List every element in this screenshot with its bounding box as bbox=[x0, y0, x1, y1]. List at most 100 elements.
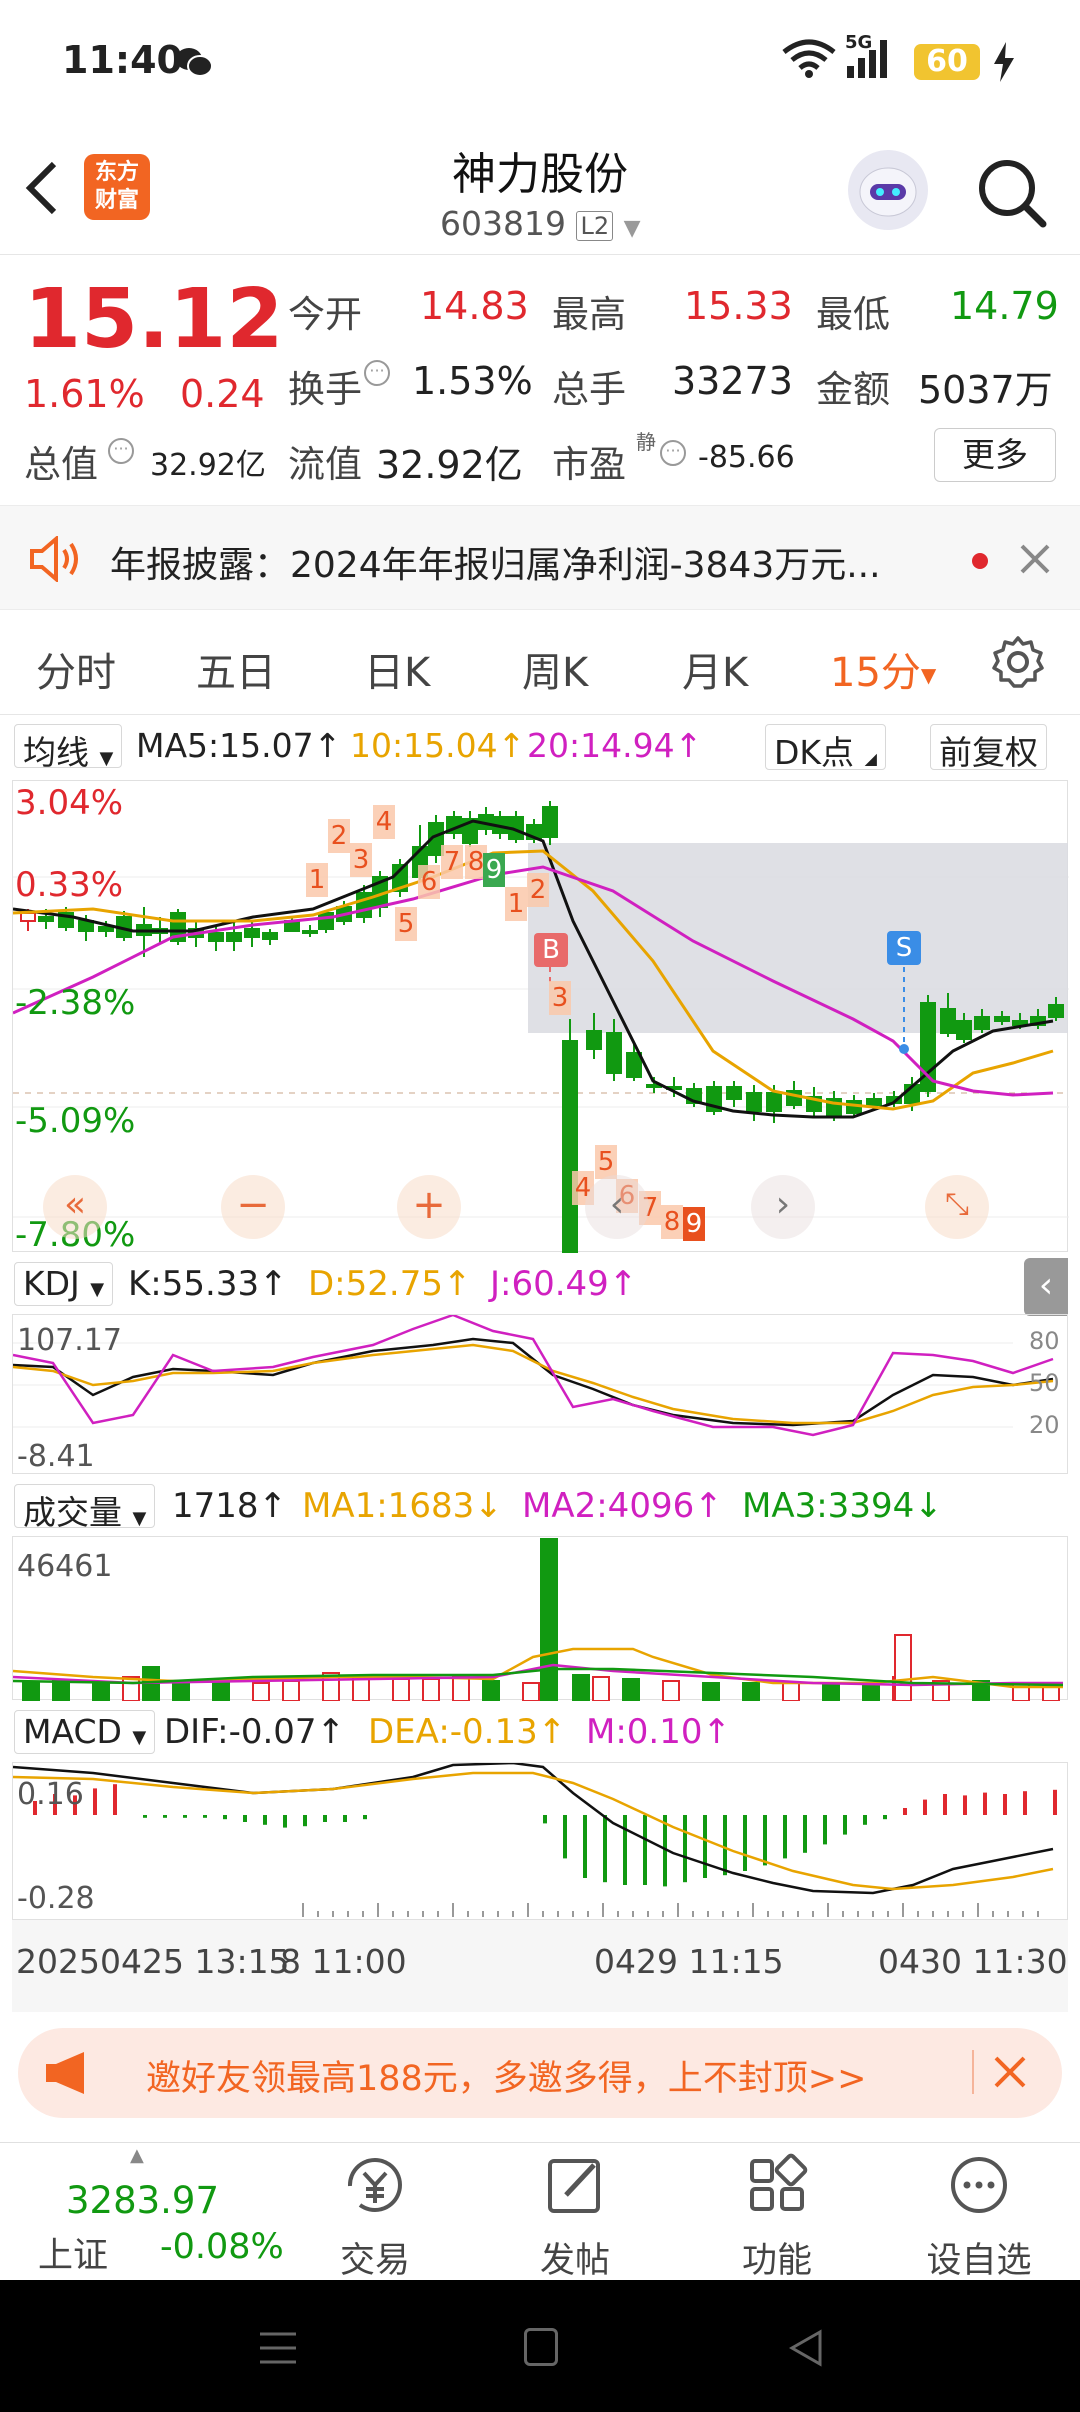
volume-bar bbox=[592, 1676, 610, 1701]
volume-value: 1718↑ bbox=[172, 1486, 287, 1526]
macd-histogram-bar bbox=[343, 1815, 347, 1822]
ma-select[interactable]: 均线 ▼ bbox=[14, 724, 123, 772]
macd-histogram-bar bbox=[603, 1815, 607, 1883]
macd-histogram-bar bbox=[93, 1788, 97, 1815]
chevron-left-icon[interactable]: ‹ bbox=[585, 1175, 649, 1239]
macd-histogram-bar bbox=[583, 1815, 587, 1878]
info-icon[interactable]: ··· bbox=[660, 440, 686, 466]
forward-adjust-button[interactable]: 前复权 bbox=[930, 724, 1047, 772]
tab-15min[interactable]: 15分▼ bbox=[830, 640, 936, 698]
macd-indicator-bar: MACD ▼ DIF:-0.07↑ DEA:-0.13↑ M:0.10↑ bbox=[0, 1704, 1080, 1760]
nav-add-watchlist[interactable]: 设自选 bbox=[914, 2153, 1044, 2283]
volume-bar bbox=[52, 1680, 70, 1701]
unread-dot bbox=[972, 553, 988, 569]
price-zone-box bbox=[528, 843, 1068, 1033]
zoom-in-icon[interactable]: + bbox=[397, 1175, 461, 1239]
pe-static-tag: 静 bbox=[636, 430, 656, 454]
float-cap-value: 32.92亿 bbox=[376, 443, 523, 487]
kdj-select[interactable]: KDJ ▼ bbox=[14, 1262, 114, 1306]
candle-body bbox=[20, 912, 36, 922]
nav-post[interactable]: 发帖 bbox=[510, 2153, 640, 2283]
macd-y-top: 0.16 bbox=[17, 1777, 84, 1812]
macd-histogram-bar bbox=[203, 1815, 207, 1818]
nav-functions[interactable]: 功能 bbox=[712, 2153, 842, 2283]
bottom-nav: ▲ 3283.97 上证 -0.08% 交易 发帖 功能 设自选 bbox=[0, 2142, 1080, 2283]
announcement-bar[interactable]: 年报披露：2024年年报归属净利润-3843万元... bbox=[0, 506, 1080, 610]
more-button[interactable]: 更多 bbox=[934, 428, 1056, 482]
home-icon[interactable] bbox=[524, 2328, 558, 2366]
candle-body bbox=[244, 928, 260, 938]
candle-body bbox=[318, 912, 334, 930]
time-end: 0430 11:30 bbox=[878, 1942, 1068, 1981]
fullscreen-icon[interactable]: ⤡ bbox=[925, 1175, 989, 1239]
time-axis: 20250425 13:15 8 11:00 0429 11:15 0430 1… bbox=[12, 1920, 1068, 2012]
macd-histogram-bar bbox=[1023, 1791, 1027, 1815]
close-icon[interactable] bbox=[1018, 542, 1052, 580]
volume-bar bbox=[572, 1674, 590, 1701]
macd-m-text: M:0.10 bbox=[586, 1712, 703, 1752]
candlestick-chart[interactable]: 3.04% 0.33% -2.38% -5.09% -7.80% B S 123… bbox=[12, 780, 1069, 1255]
change-amount: 0.24 bbox=[180, 372, 265, 416]
stock-header: 东方 财富 神力股份 603819 L2 ▼ bbox=[0, 120, 1080, 255]
macd-histogram-bar bbox=[723, 1815, 727, 1876]
candlestick-plot bbox=[13, 801, 1069, 1253]
kdj-d: D:52.75↑ bbox=[308, 1264, 471, 1304]
edit-post-icon bbox=[548, 2159, 600, 2213]
up-arrow-icon: ↑ bbox=[442, 1264, 472, 1304]
down-arrow-icon: ↓ bbox=[474, 1486, 503, 1526]
macd-histogram-bar bbox=[783, 1815, 787, 1859]
index-ticker[interactable]: ▲ 3283.97 上证 -0.08% bbox=[20, 2145, 284, 2276]
menu-icon[interactable] bbox=[258, 2330, 298, 2370]
volume-bar bbox=[422, 1678, 440, 1701]
scroll-left-icon[interactable]: « bbox=[43, 1175, 107, 1239]
network-type: 5G bbox=[845, 32, 873, 53]
dk-point-button[interactable]: DK点 ◢ bbox=[765, 724, 886, 772]
last-price: 15.12 bbox=[24, 272, 284, 367]
close-icon[interactable] bbox=[992, 2054, 1028, 2094]
open-label: 今开 bbox=[288, 293, 362, 336]
sell-marker-dot bbox=[899, 1044, 909, 1054]
td-count-label: 5 bbox=[395, 907, 417, 941]
sell-marker[interactable]: S bbox=[887, 931, 921, 965]
macd-histogram-bar bbox=[263, 1815, 267, 1825]
search-icon[interactable] bbox=[975, 156, 1049, 234]
nav-trade[interactable]: 交易 bbox=[310, 2153, 440, 2283]
info-icon[interactable]: ··· bbox=[108, 438, 134, 464]
back-triangle-icon[interactable] bbox=[786, 2328, 826, 2372]
chevron-right-icon[interactable]: › bbox=[751, 1175, 815, 1239]
macd-histogram-bar bbox=[763, 1815, 767, 1866]
settings-gear-icon[interactable] bbox=[990, 634, 1046, 694]
tab-intraday[interactable]: 分时 bbox=[36, 640, 116, 698]
ma20-text: 20:14.94 bbox=[527, 726, 675, 765]
volume-bar bbox=[622, 1678, 640, 1701]
high-label: 最高 bbox=[552, 293, 626, 336]
volume-ma2: MA2:4096↑ bbox=[522, 1486, 723, 1526]
tab-weekly-k[interactable]: 周K bbox=[522, 640, 588, 698]
collapse-panel-icon[interactable]: ‹ bbox=[1024, 1258, 1068, 1316]
macd-plot bbox=[13, 1763, 1057, 1917]
system-nav-bar bbox=[0, 2280, 1080, 2412]
info-icon[interactable]: ··· bbox=[364, 360, 390, 386]
macd-histogram-bar bbox=[823, 1815, 827, 1845]
kdj-d-text: D:52.75 bbox=[308, 1264, 443, 1304]
cellular-signal-icon: 5G bbox=[845, 32, 895, 84]
dk-point-label: DK点 bbox=[774, 733, 855, 772]
up-arrow-icon: ↑ bbox=[674, 726, 703, 765]
buy-marker[interactable]: B bbox=[534, 933, 568, 967]
invite-banner[interactable]: 邀好友领最高188元，多邀多得，上不封顶>> bbox=[18, 2028, 1062, 2118]
macd-select[interactable]: MACD ▼ bbox=[14, 1710, 156, 1754]
tab-five-day[interactable]: 五日 bbox=[196, 640, 276, 698]
kdj-j-text: J:60.49 bbox=[490, 1264, 609, 1304]
y-axis-label: 3.04% bbox=[15, 783, 124, 823]
tab-daily-k[interactable]: 日K bbox=[364, 640, 430, 698]
tab-monthly-k[interactable]: 月K bbox=[682, 640, 748, 698]
macd-histogram-bar bbox=[1003, 1794, 1007, 1815]
stock-code-row[interactable]: 603819 L2 ▼ bbox=[440, 204, 641, 243]
robot-avatar-icon[interactable] bbox=[848, 150, 928, 230]
zoom-out-icon[interactable]: − bbox=[221, 1175, 285, 1239]
macd-histogram-bar bbox=[843, 1815, 847, 1835]
total-cap-label: 总值 bbox=[24, 443, 98, 486]
low-label: 最低 bbox=[816, 293, 890, 336]
volume-select[interactable]: 成交量 ▼ bbox=[14, 1484, 156, 1532]
volume-bar bbox=[252, 1682, 270, 1701]
